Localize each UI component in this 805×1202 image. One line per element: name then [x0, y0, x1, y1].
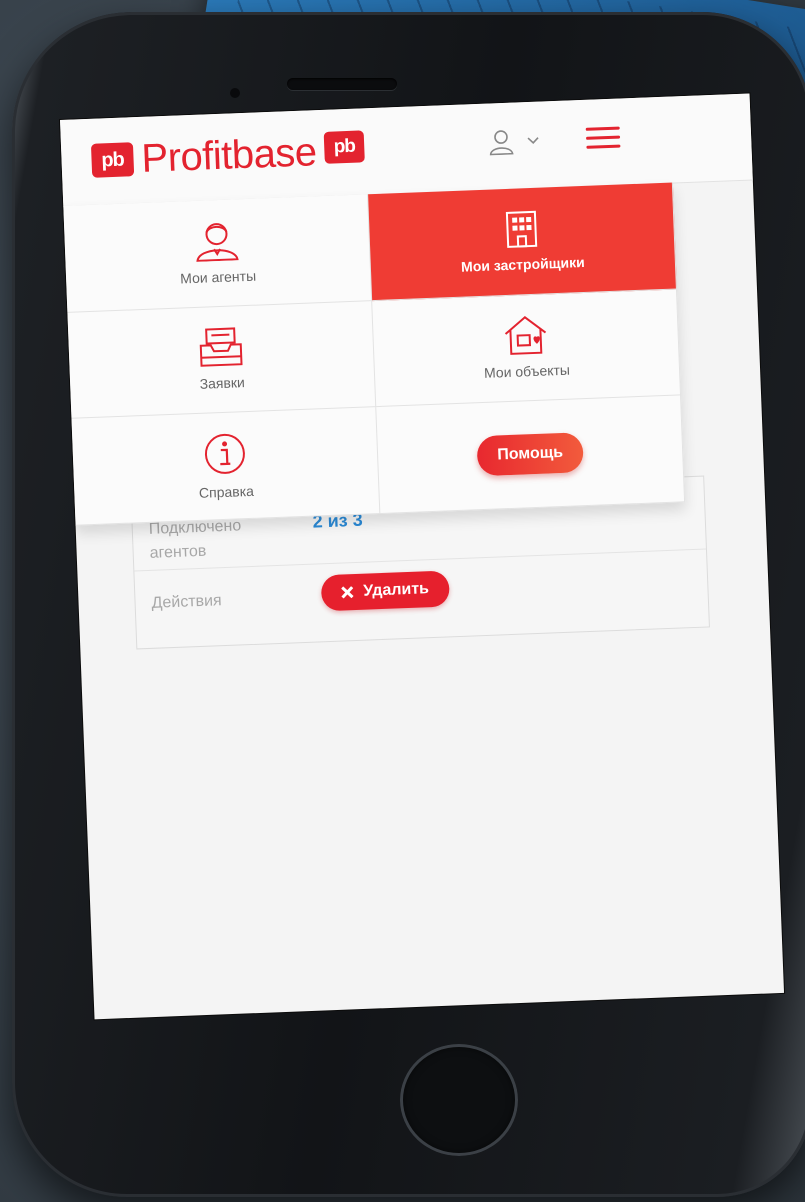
menu-item-label: Мои объекты: [483, 362, 571, 382]
menu-item-objects[interactable]: Мои объекты: [372, 289, 682, 408]
agent-icon: [196, 222, 239, 262]
logo-text: Profitbase: [140, 129, 318, 181]
actions-label: Действия: [151, 592, 223, 612]
menu-item-help-button-cell: Помощь: [376, 395, 686, 514]
menu-item-label: Заявки: [199, 374, 246, 393]
menu-item-label: Мои агенты: [179, 267, 257, 287]
menu-item-developers[interactable]: Мои застройщики: [368, 182, 677, 301]
close-icon: [341, 586, 354, 599]
user-menu[interactable]: [489, 128, 540, 156]
user-icon: [489, 130, 514, 156]
menu-item-agents[interactable]: Мои агенты: [63, 194, 373, 313]
delete-button[interactable]: Удалить: [320, 570, 450, 612]
info-icon: [204, 434, 245, 475]
inbox-icon: [199, 327, 243, 368]
delete-button-label: Удалить: [362, 580, 430, 600]
house-heart-icon: [504, 316, 547, 356]
hamburger-icon[interactable]: [585, 126, 621, 150]
menu-item-help-info[interactable]: Справка: [71, 407, 381, 526]
logo-mark: pb: [90, 142, 135, 178]
logo-mark-small: pb: [323, 130, 365, 164]
app-screen: pb Profitbase pb Мои агенты Мои застройщ…: [60, 93, 785, 1020]
building-icon: [505, 210, 538, 248]
menu-item-label: Справка: [198, 482, 255, 502]
menu-item-label: Мои застройщики: [460, 253, 585, 275]
home-button[interactable]: [400, 1044, 518, 1156]
help-button[interactable]: Помощь: [476, 432, 584, 477]
front-camera: [230, 88, 240, 98]
menu-item-requests[interactable]: Заявки: [67, 300, 377, 420]
phone-frame: pb Profitbase pb Мои агенты Мои застройщ…: [12, 12, 805, 1197]
profitbase-logo[interactable]: pb Profitbase pb: [90, 128, 366, 182]
earpiece-speaker: [287, 78, 397, 90]
chevron-down-icon: [527, 137, 539, 144]
main-menu: Мои агенты Мои застройщики Заявки Мои об…: [63, 182, 686, 526]
